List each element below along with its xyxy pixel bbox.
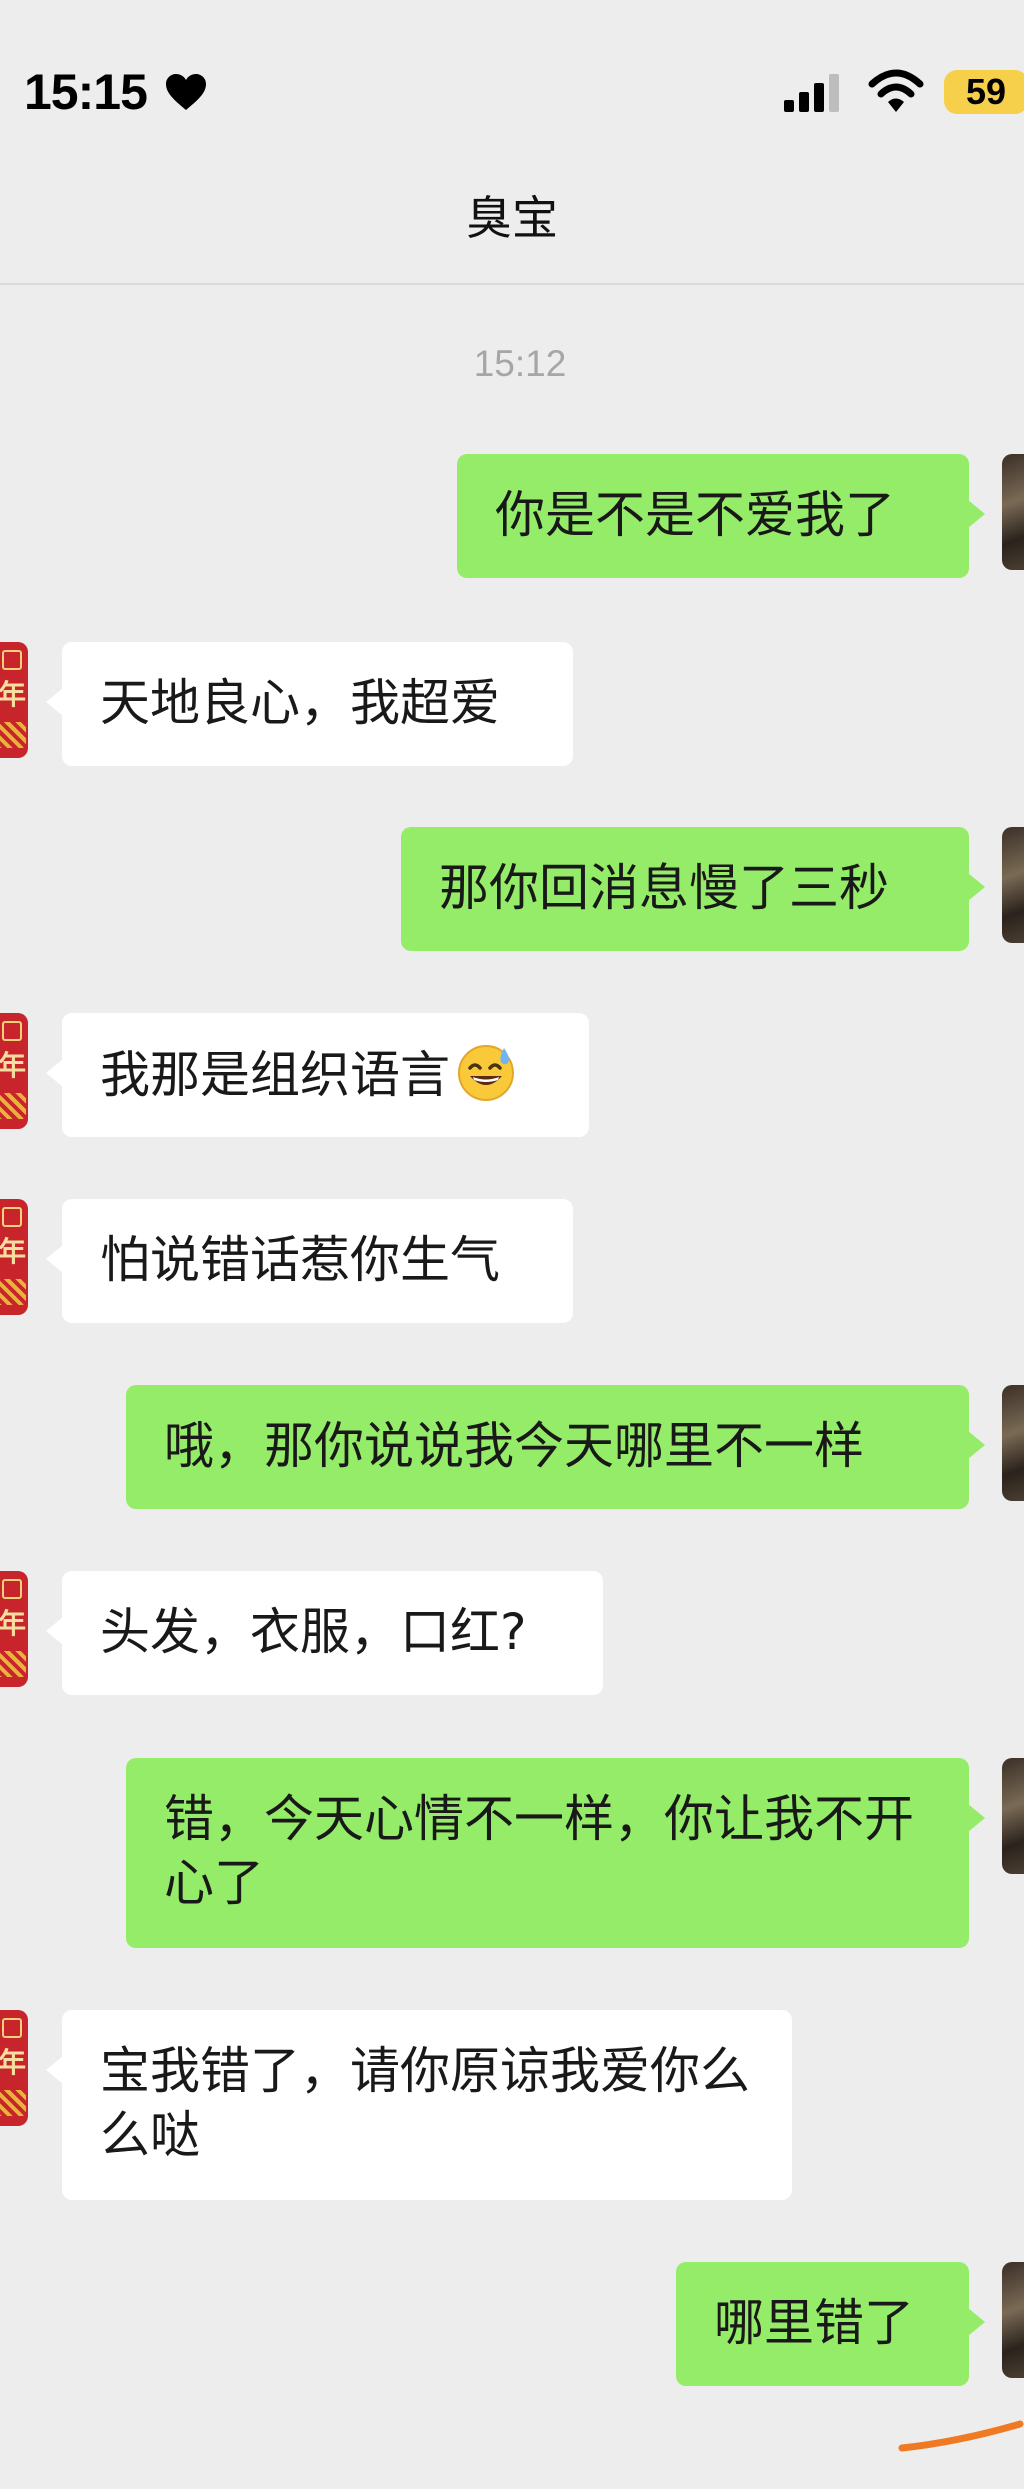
avatar-seal-icon bbox=[2, 1207, 22, 1227]
message-bubble-incoming[interactable]: 我那是组织语言 bbox=[46, 1013, 589, 1137]
my-avatar[interactable] bbox=[1002, 454, 1024, 570]
status-bar: 15:15 59 bbox=[0, 0, 1024, 180]
signal-icon bbox=[784, 74, 839, 112]
wifi-icon bbox=[868, 69, 924, 112]
my-avatar[interactable] bbox=[1002, 827, 1024, 943]
message-bubble-incoming[interactable]: 宝我错了，请你原谅我爱你么么哒 bbox=[46, 2010, 792, 2200]
avatar-char: 年 bbox=[0, 678, 27, 711]
orange-scribble-mark bbox=[898, 2420, 1024, 2452]
message-text: 天地良心，我超爱 bbox=[100, 674, 500, 732]
contact-avatar[interactable]: 年 bbox=[0, 1013, 28, 1129]
message-bubble-outgoing[interactable]: 你是不是不爱我了 bbox=[457, 454, 985, 578]
avatar-seal-icon bbox=[2, 1579, 22, 1599]
my-avatar[interactable] bbox=[1002, 1385, 1024, 1501]
avatar-char: 年 bbox=[0, 1607, 27, 1640]
message-text: 怕说错话惹你生气 bbox=[100, 1231, 500, 1289]
avatar-seal-icon bbox=[2, 2018, 22, 2038]
message-text: 那你回消息慢了三秒 bbox=[439, 859, 889, 917]
message-text: 哪里错了 bbox=[714, 2294, 914, 2352]
contact-avatar[interactable]: 年 bbox=[0, 2010, 28, 2126]
message-text: 我那是组织语言 bbox=[100, 1046, 450, 1104]
message-bubble-outgoing[interactable]: 那你回消息慢了三秒 bbox=[401, 827, 985, 951]
message-bubble-outgoing[interactable]: 错，今天心情不一样，你让我不开心了 bbox=[126, 1758, 985, 1948]
chat-title[interactable]: 臭宝 bbox=[0, 188, 1024, 248]
message-timestamp: 15:12 bbox=[473, 343, 567, 384]
avatar-char: 年 bbox=[0, 1235, 27, 1268]
my-avatar[interactable] bbox=[1002, 1758, 1024, 1874]
avatar-pattern bbox=[0, 1279, 26, 1305]
contact-avatar[interactable]: 年 bbox=[0, 1199, 28, 1315]
message-text: 宝我错了，请你原谅我爱你么么哒 bbox=[100, 2042, 750, 2164]
avatar-char: 年 bbox=[0, 1049, 27, 1082]
battery-level: 59 bbox=[965, 71, 1007, 112]
avatar-pattern bbox=[0, 722, 26, 748]
contact-avatar[interactable]: 年 bbox=[0, 642, 28, 758]
avatar-char: 年 bbox=[0, 2046, 27, 2079]
message-bubble-incoming[interactable]: 怕说错话惹你生气 bbox=[46, 1199, 573, 1323]
avatar-seal-icon bbox=[2, 1021, 22, 1041]
message-text: 哦，那你说说我今天哪里不一样 bbox=[164, 1417, 864, 1475]
header-divider bbox=[0, 283, 1024, 285]
battery-icon: 59 bbox=[944, 70, 1024, 114]
message-text: 错，今天心情不一样，你让我不开心了 bbox=[164, 1790, 914, 1912]
avatar-seal-icon bbox=[2, 650, 22, 670]
status-time: 15:15 bbox=[24, 64, 148, 120]
message-bubble-incoming[interactable]: 头发，衣服，口红? bbox=[46, 1571, 603, 1695]
sweat-smile-emoji-icon bbox=[458, 1045, 514, 1101]
message-text: 头发，衣服，口红? bbox=[100, 1603, 527, 1661]
avatar-pattern bbox=[0, 1093, 26, 1119]
my-avatar[interactable] bbox=[1002, 2262, 1024, 2378]
message-bubble-outgoing[interactable]: 哪里错了 bbox=[676, 2262, 985, 2386]
message-bubble-outgoing[interactable]: 哦，那你说说我今天哪里不一样 bbox=[126, 1385, 985, 1509]
avatar-pattern bbox=[0, 1651, 26, 1677]
heart-icon bbox=[166, 74, 206, 110]
avatar-pattern bbox=[0, 2090, 26, 2116]
message-bubble-incoming[interactable]: 天地良心，我超爱 bbox=[46, 642, 573, 766]
message-text: 你是不是不爱我了 bbox=[495, 486, 895, 544]
contact-avatar[interactable]: 年 bbox=[0, 1571, 28, 1687]
